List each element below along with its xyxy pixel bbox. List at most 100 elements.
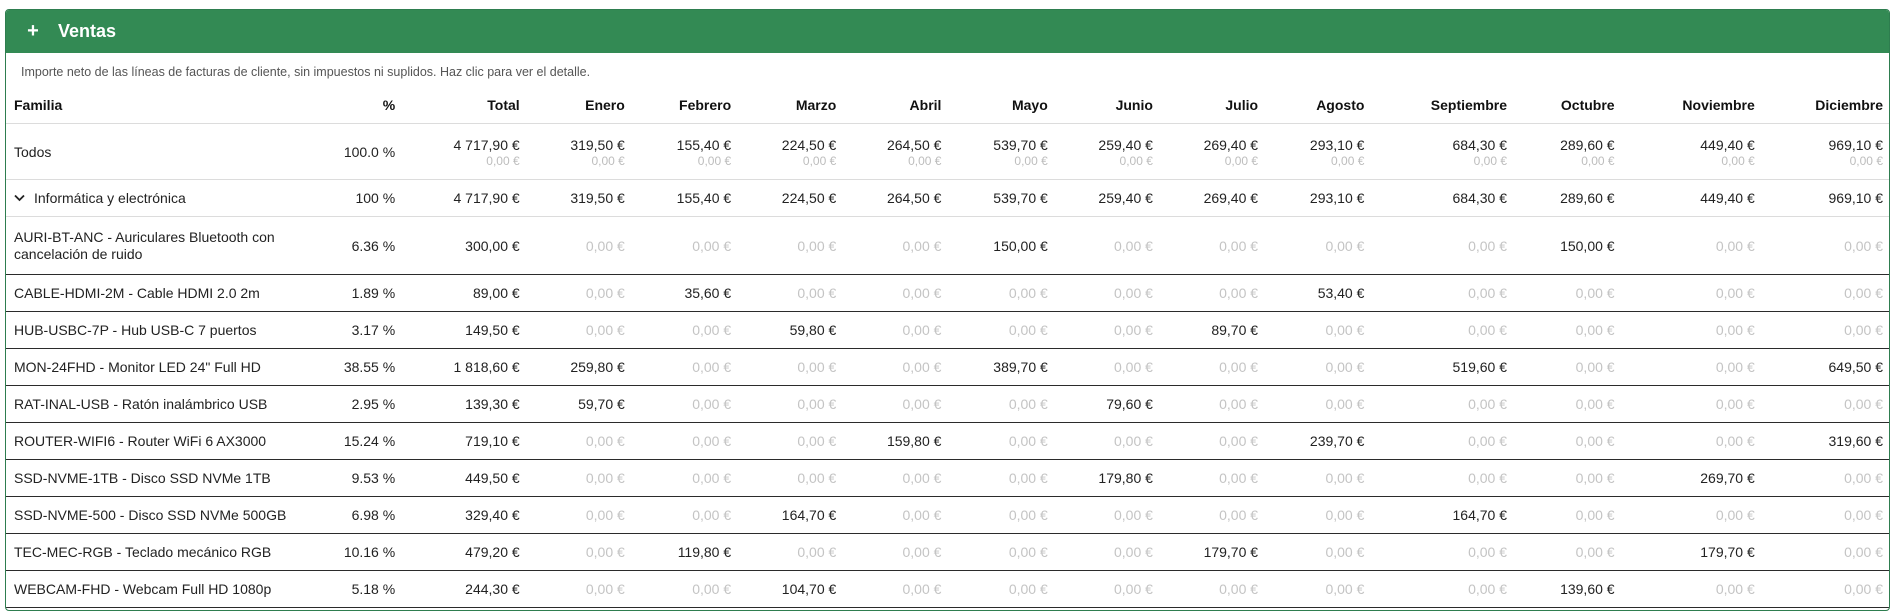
value-cell[interactable]: 0,00 €	[1620, 496, 1761, 534]
value-cell[interactable]: 329,40 €	[401, 496, 526, 534]
value-cell[interactable]: 0,00 €	[842, 570, 948, 608]
total-cell[interactable]: 264,50 €0,00 €	[842, 123, 948, 180]
value-cell[interactable]: 0,00 €	[1264, 459, 1371, 497]
value-cell[interactable]: 0,00 €	[525, 533, 631, 571]
value-cell[interactable]: 0,00 €	[1370, 311, 1514, 349]
group-row-cell[interactable]: Informática y electrónica	[6, 179, 303, 217]
group-value-cell[interactable]: 259,40 €	[1053, 179, 1159, 217]
value-cell[interactable]: 0,00 €	[1760, 385, 1889, 423]
total-cell[interactable]: 4 717,90 €0,00 €	[401, 123, 526, 180]
group-value-cell[interactable]: 319,50 €	[525, 179, 631, 217]
group-value-cell[interactable]: 293,10 €	[1264, 179, 1371, 217]
total-cell[interactable]: 539,70 €0,00 €	[947, 123, 1054, 180]
value-cell[interactable]: 0,00 €	[842, 385, 948, 423]
plus-icon[interactable]: +	[24, 20, 42, 43]
value-cell[interactable]: 0,00 €	[630, 348, 738, 386]
value-cell[interactable]: 0,00 €	[1370, 385, 1514, 423]
value-cell[interactable]: 179,70 €	[1158, 533, 1265, 571]
value-cell[interactable]: 139,60 €	[1513, 570, 1621, 608]
value-cell[interactable]: 0,00 €	[1620, 311, 1761, 349]
table-row[interactable]: MON-24FHD - Monitor LED 24" Full HD 38.55…	[6, 348, 1889, 386]
value-cell[interactable]: 479,20 €	[401, 533, 526, 571]
value-cell[interactable]: 0,00 €	[1053, 533, 1159, 571]
total-cell[interactable]: 969,10 €0,00 €	[1760, 123, 1889, 180]
value-cell[interactable]: 0,00 €	[1264, 533, 1371, 571]
value-cell[interactable]: 0,00 €	[630, 459, 738, 497]
group-value-cell[interactable]: 269,40 €	[1158, 179, 1265, 217]
table-row[interactable]: HUB-USBC-7P - Hub USB-C 7 puertos 3.17 % 1…	[6, 311, 1889, 349]
value-cell[interactable]: 0,00 €	[947, 533, 1054, 571]
value-cell[interactable]: 150,00 €	[1513, 216, 1621, 275]
table-row[interactable]: SSD-NVME-1TB - Disco SSD NVMe 1TB 9.53 % 4…	[6, 459, 1889, 497]
total-cell[interactable]: 684,30 €0,00 €	[1370, 123, 1514, 180]
value-cell[interactable]: 0,00 €	[947, 274, 1054, 312]
value-cell[interactable]: 0,00 €	[1053, 274, 1159, 312]
value-cell[interactable]: 0,00 €	[1620, 422, 1761, 460]
value-cell[interactable]: 0,00 €	[842, 274, 948, 312]
value-cell[interactable]: 0,00 €	[1513, 533, 1621, 571]
value-cell[interactable]: 0,00 €	[1760, 533, 1889, 571]
value-cell[interactable]: 119,80 €	[630, 533, 738, 571]
value-cell[interactable]: 0,00 €	[525, 422, 631, 460]
group-value-cell[interactable]: 224,50 €	[737, 179, 843, 217]
value-cell[interactable]: 0,00 €	[1264, 311, 1371, 349]
value-cell[interactable]: 0,00 €	[1370, 422, 1514, 460]
value-cell[interactable]: 0,00 €	[1158, 348, 1265, 386]
value-cell[interactable]: 0,00 €	[1370, 216, 1514, 275]
value-cell[interactable]: 0,00 €	[1370, 459, 1514, 497]
total-row[interactable]: Todos 100.0 % 4 717,90 €0,00 €319,50 €0,00…	[6, 123, 1889, 180]
value-cell[interactable]: 159,80 €	[842, 422, 948, 460]
value-cell[interactable]: 0,00 €	[525, 570, 631, 608]
value-cell[interactable]: 35,60 €	[630, 274, 738, 312]
value-cell[interactable]: 0,00 €	[1760, 570, 1889, 608]
value-cell[interactable]: 0,00 €	[1760, 496, 1889, 534]
total-cell[interactable]: 259,40 €0,00 €	[1053, 123, 1159, 180]
value-cell[interactable]: 239,70 €	[1264, 422, 1371, 460]
value-cell[interactable]: 0,00 €	[525, 274, 631, 312]
total-cell[interactable]: 293,10 €0,00 €	[1264, 123, 1371, 180]
value-cell[interactable]: 0,00 €	[630, 216, 738, 275]
value-cell[interactable]: 649,50 €	[1760, 348, 1889, 386]
group-value-cell[interactable]: 684,30 €	[1370, 179, 1514, 217]
value-cell[interactable]: 0,00 €	[1620, 348, 1761, 386]
value-cell[interactable]: 0,00 €	[525, 459, 631, 497]
value-cell[interactable]: 0,00 €	[737, 422, 843, 460]
value-cell[interactable]: 0,00 €	[1264, 216, 1371, 275]
value-cell[interactable]: 0,00 €	[1620, 216, 1761, 275]
value-cell[interactable]: 0,00 €	[1264, 496, 1371, 534]
value-cell[interactable]: 0,00 €	[1053, 496, 1159, 534]
value-cell[interactable]: 719,10 €	[401, 422, 526, 460]
group-value-cell[interactable]: 155,40 €	[630, 179, 738, 217]
value-cell[interactable]: 0,00 €	[737, 348, 843, 386]
group-value-cell[interactable]: 4 717,90 €	[401, 179, 526, 217]
table-row[interactable]: RAT-INAL-USB - Ratón inalámbrico USB 2.95…	[6, 385, 1889, 423]
value-cell[interactable]: 319,60 €	[1760, 422, 1889, 460]
total-cell[interactable]: 155,40 €0,00 €	[630, 123, 738, 180]
value-cell[interactable]: 519,60 €	[1370, 348, 1514, 386]
value-cell[interactable]: 0,00 €	[1053, 216, 1159, 275]
value-cell[interactable]: 1 818,60 €	[401, 348, 526, 386]
value-cell[interactable]: 59,80 €	[737, 311, 843, 349]
value-cell[interactable]: 0,00 €	[947, 422, 1054, 460]
value-cell[interactable]: 0,00 €	[1513, 385, 1621, 423]
value-cell[interactable]: 0,00 €	[1760, 274, 1889, 312]
value-cell[interactable]: 0,00 €	[1053, 348, 1159, 386]
value-cell[interactable]: 104,70 €	[737, 570, 843, 608]
value-cell[interactable]: 0,00 €	[630, 385, 738, 423]
value-cell[interactable]: 0,00 €	[525, 311, 631, 349]
table-row[interactable]: TEC-MEC-RGB - Teclado mecánico RGB 10.16 …	[6, 533, 1889, 571]
value-cell[interactable]: 0,00 €	[947, 496, 1054, 534]
value-cell[interactable]: 0,00 €	[630, 570, 738, 608]
value-cell[interactable]: 0,00 €	[1158, 496, 1265, 534]
group-value-cell[interactable]: 539,70 €	[947, 179, 1054, 217]
value-cell[interactable]: 0,00 €	[1264, 385, 1371, 423]
value-cell[interactable]: 0,00 €	[1370, 570, 1514, 608]
value-cell[interactable]: 0,00 €	[1513, 496, 1621, 534]
value-cell[interactable]: 0,00 €	[1620, 385, 1761, 423]
value-cell[interactable]: 164,70 €	[737, 496, 843, 534]
value-cell[interactable]: 0,00 €	[1158, 570, 1265, 608]
value-cell[interactable]: 0,00 €	[737, 459, 843, 497]
value-cell[interactable]: 259,80 €	[525, 348, 631, 386]
value-cell[interactable]: 79,60 €	[1053, 385, 1159, 423]
value-cell[interactable]: 179,70 €	[1620, 533, 1761, 571]
